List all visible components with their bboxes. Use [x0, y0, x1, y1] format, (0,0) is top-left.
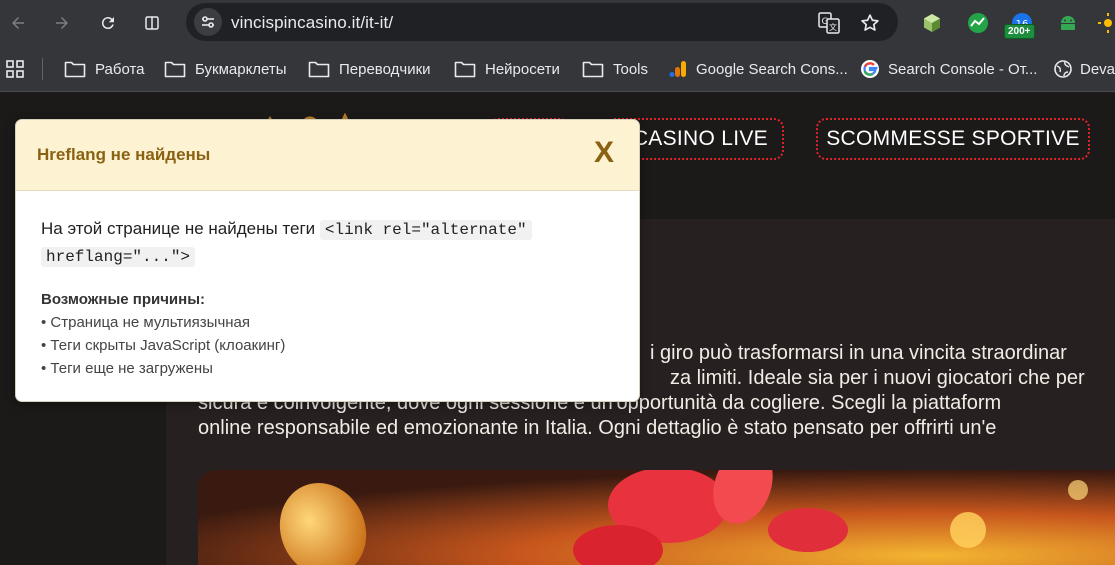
reasons-title: Возможные причины:: [41, 291, 205, 308]
extension-hexagon[interactable]: [920, 11, 944, 35]
sun-icon: [1098, 13, 1112, 33]
extension-android[interactable]: [1056, 11, 1080, 35]
popup-title: Hreflang не найдены: [37, 145, 211, 164]
popup-message: На этой странице не найдены теги <link r…: [41, 216, 621, 270]
popup-header: Hreflang не найдены X: [16, 120, 639, 191]
back-button[interactable]: [3, 8, 33, 38]
bookmark-deval[interactable]: Deval: [1054, 57, 1115, 81]
split-view-icon: [145, 16, 159, 30]
bookmark-label: Нейросети: [485, 60, 560, 78]
bookmark-folder-bookmarklets[interactable]: Букмарклеты: [164, 57, 287, 81]
hero-line: online responsabile ed emozionante in It…: [198, 417, 997, 439]
split-view-button[interactable]: [137, 8, 167, 38]
folder-icon: [164, 61, 186, 78]
address-bar[interactable]: vincispincasino.it/it-it/ G文: [186, 3, 898, 41]
bookmark-folder-tools[interactable]: Tools: [582, 57, 648, 81]
globe-icon: [1054, 60, 1072, 78]
android-icon: [1061, 16, 1075, 30]
hreflang-popup: Hreflang не найдены X На этой странице н…: [15, 119, 640, 402]
bookmark-folder-neural[interactable]: Нейросети: [454, 57, 560, 81]
bookmark-folder-translators[interactable]: Переводчики: [308, 57, 431, 81]
hero-illustration: [198, 470, 1115, 565]
code-snippet: hreflang="...">: [41, 247, 196, 267]
google-icon: [861, 60, 879, 78]
close-button[interactable]: X: [594, 136, 614, 170]
nav-sports-betting[interactable]: SCOMMESSE SPORTIVE: [816, 118, 1090, 160]
forward-button[interactable]: [47, 8, 77, 38]
bookmark-label: Работа: [95, 60, 145, 78]
seo-chart-icon: [968, 13, 988, 33]
apps-grid-icon[interactable]: [6, 60, 24, 78]
arrow-left-icon: [12, 17, 24, 29]
bookmark-label: Tools: [613, 60, 649, 78]
reasons-list: • Страница не мультиязычная • Теги скрыт…: [41, 311, 621, 380]
reload-button[interactable]: [93, 8, 123, 38]
bookmark-search-console[interactable]: Google Search Cons...: [668, 57, 848, 81]
folder-icon: [64, 61, 86, 78]
bookmarks-bar: Работа Букмарклеты Переводчики Нейросети…: [0, 46, 1115, 92]
folder-icon: [582, 61, 604, 78]
reload-icon: [101, 17, 114, 30]
popup-body: На этой странице не найдены теги <link r…: [41, 216, 621, 380]
message-text: На этой странице не найдены теги: [41, 219, 316, 238]
bookmark-label: Букмарклеты: [195, 60, 287, 78]
star-icon: [861, 14, 879, 31]
svg-text:文: 文: [829, 22, 837, 32]
bookmark-star-button[interactable]: [859, 12, 881, 34]
arrow-right-icon: [56, 17, 68, 29]
code-snippet: <link rel="alternate": [319, 220, 532, 240]
folder-icon: [454, 61, 476, 78]
tune-icon: [202, 16, 214, 28]
extension-seo[interactable]: [966, 11, 990, 35]
site-info-button[interactable]: [194, 8, 222, 36]
reason-item: • Теги еще не загружены: [41, 360, 213, 377]
extension-sun[interactable]: [1096, 11, 1115, 35]
browser-toolbar: vincispincasino.it/it-it/ G文 16 200+: [0, 0, 1115, 46]
bookmark-label: Search Console - От...: [888, 60, 1038, 78]
hexagon-icon: [924, 14, 940, 32]
bookmark-label: Переводчики: [339, 60, 431, 78]
bookmark-label: Google Search Cons...: [696, 60, 848, 78]
bookmarks-divider: [42, 58, 43, 80]
url-text[interactable]: vincispincasino.it/it-it/: [231, 13, 393, 33]
bookmark-search-console-report[interactable]: Search Console - От...: [860, 57, 1037, 81]
folder-icon: [308, 61, 330, 78]
hero-image: [198, 470, 1115, 565]
reason-item: • Страница не мультиязычная: [41, 314, 251, 331]
bookmark-folder-work[interactable]: Работа: [64, 57, 145, 81]
translate-button[interactable]: G文: [818, 12, 840, 34]
translate-icon: G文: [818, 12, 840, 34]
analytics-icon: [669, 61, 686, 77]
bookmark-label: Deval: [1080, 60, 1115, 78]
extension-badge: 200+: [1004, 24, 1035, 39]
reason-item: • Теги скрыты JavaScript (клоакинг): [41, 337, 286, 354]
